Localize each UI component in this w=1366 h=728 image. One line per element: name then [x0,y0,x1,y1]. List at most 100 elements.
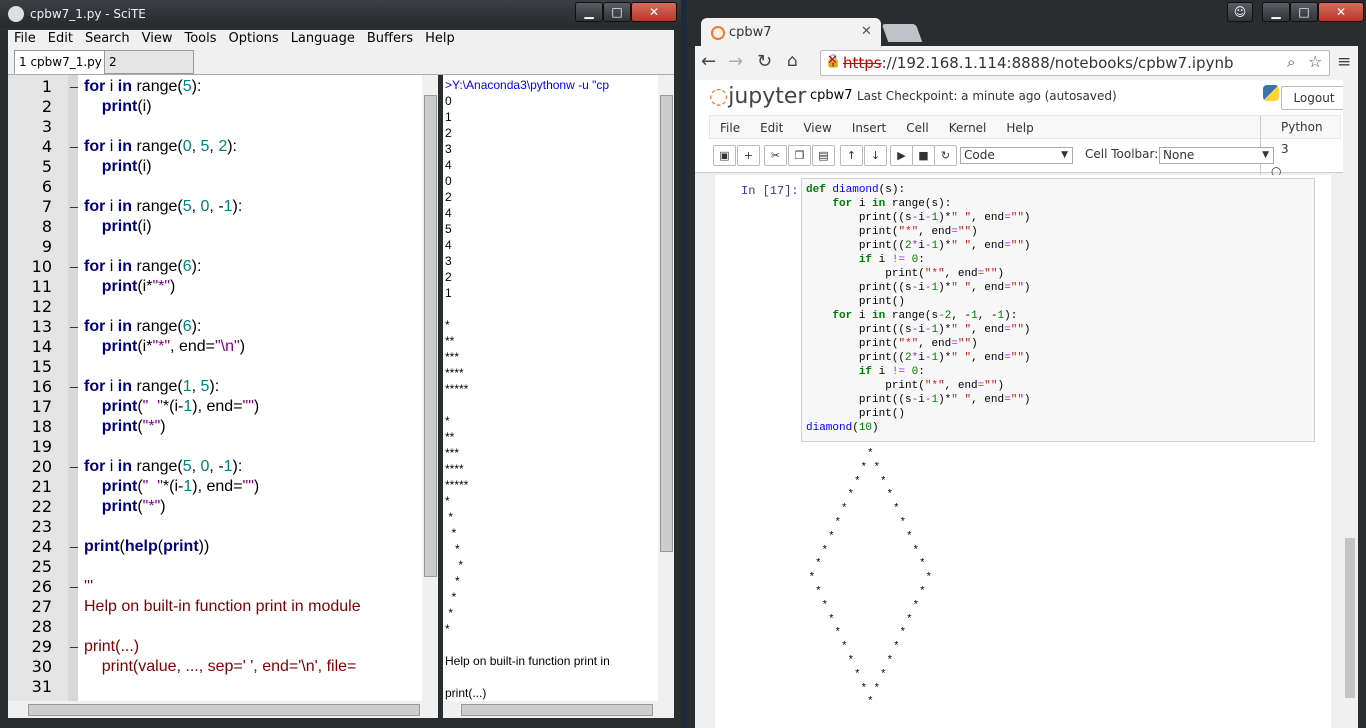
profile-button[interactable]: ☺ [1227,2,1253,22]
fold-marker[interactable] [70,467,78,468]
bookmark-star-icon[interactable]: ☆ [1308,52,1322,71]
logout-button[interactable]: Logout [1281,86,1347,110]
tab-close-icon[interactable]: ✕ [861,24,872,39]
menu-search[interactable]: Search [79,30,136,48]
code-line[interactable]: for i in range(1, 5): [84,377,219,397]
code-line[interactable]: for i in range(6): [84,257,201,277]
cell-input[interactable]: def diamond(s): for i in range(s): print… [801,178,1315,442]
url-text[interactable]: https://192.168.1.114:8888/notebooks/cpb… [843,54,1233,72]
fold-marker[interactable] [70,87,78,88]
address-bar[interactable]: 🔒 ✕ https://192.168.1.114:8888/notebooks… [820,50,1330,76]
cell-type-select[interactable]: Code ▼ [960,147,1073,164]
menu-edit[interactable]: Edit [42,30,79,48]
code-line[interactable]: print("*") [84,497,166,517]
cell-toolbar-select[interactable]: None ▼ [1159,147,1274,164]
cell-code-line[interactable]: print((s-i-1)*" ", end="") [806,323,1031,337]
code-line[interactable]: print(help(print)) [84,537,209,557]
run-icon[interactable]: ▶ [890,145,913,166]
cell-code-line[interactable]: print("*", end="") [806,337,978,351]
menu-help[interactable]: Help [419,30,461,48]
output-vertical-scrollbar[interactable] [658,75,674,701]
search-icon[interactable]: ⌕ [1287,53,1295,71]
cell-code-line[interactable]: diamond(10) [806,421,879,435]
cell-code-line[interactable]: print("*", end="") [806,267,1004,281]
output-horizontal-scrollbar[interactable] [443,701,674,718]
cell-code-line[interactable]: print("*", end="") [806,225,978,239]
menu-language[interactable]: Language [285,30,361,48]
insert-cell-icon[interactable]: + [737,145,760,166]
cell-code-line[interactable]: def diamond(s): [806,183,905,197]
new-tab-button[interactable] [881,24,923,42]
save-icon[interactable]: ▣ [713,145,736,166]
chrome-minimize-button[interactable]: ▁ [1262,2,1290,22]
code-line[interactable]: print("*") [84,417,166,437]
page-scrollbar[interactable] [1343,80,1358,728]
restart-icon[interactable]: ↻ [934,145,957,166]
code-line[interactable]: for i in range(0, 5, 2): [84,137,237,157]
menu-icon[interactable]: ≡ [1337,52,1351,72]
chrome-close-button[interactable]: ✕ [1318,2,1364,22]
code-cell[interactable]: In [17]: def diamond(s): for i in range(… [715,175,1331,728]
maximize-button[interactable]: □ [603,2,631,22]
output-pane[interactable]: >Y:\Anaconda3\pythonw -u "cp 0 1 2 3 4 0 2 4 5 4 3 2… [443,75,658,701]
cell-code-line[interactable]: print((2*i-1)*" ", end="") [806,351,1031,365]
cut-icon[interactable]: ✂ [764,145,787,166]
cell-code-line[interactable]: print((s-i-1)*" ", end="") [806,281,1031,295]
scite-titlebar[interactable]: cpbw7_1.py - SciTE ▁ □ ✕ [0,0,681,28]
jmenu-view[interactable]: View [793,117,841,139]
jmenu-kernel[interactable]: Kernel [939,117,997,139]
editor-scroll-thumb[interactable] [424,95,437,577]
code-line[interactable]: print(i) [84,97,152,117]
home-icon[interactable]: ⌂ [787,51,798,71]
code-line[interactable]: print(" "*(i-1), end="") [84,397,259,417]
fold-marker[interactable] [70,387,78,388]
output-scroll-thumb[interactable] [660,95,673,552]
code-line[interactable]: print(i) [84,217,152,237]
move-up-icon[interactable]: ↑ [840,145,863,166]
code-line[interactable]: print(i) [84,157,152,177]
code-line[interactable]: Help on built-in function print in modul… [84,597,361,617]
menu-options[interactable]: Options [223,30,285,48]
jmenu-edit[interactable]: Edit [750,117,793,139]
code-line[interactable]: print(" "*(i-1), end="") [84,477,259,497]
tab-cpbw7-1[interactable]: 1 cpbw7_1.py [14,50,110,74]
copy-icon[interactable]: ❐ [788,145,811,166]
code-line[interactable]: for i in range(5): [84,77,201,97]
cell-code-line[interactable]: print("*", end="") [806,379,1004,393]
browser-tab[interactable]: cpbw7 ✕ [701,18,881,46]
page-scroll-thumb[interactable] [1345,538,1355,698]
code-line[interactable]: for i in range(5, 0, -1): [84,197,242,217]
jmenu-insert[interactable]: Insert [842,117,896,139]
output-hscroll-thumb[interactable] [461,704,653,716]
notebook-name[interactable]: cpbw7 [810,88,853,103]
jmenu-file[interactable]: File [710,117,750,139]
fold-marker[interactable] [70,547,78,548]
cell-code-line[interactable]: for i in range(s): [806,197,951,211]
menu-buffers[interactable]: Buffers [361,30,419,48]
move-down-icon[interactable]: ↓ [864,145,887,166]
cell-code-line[interactable]: print() [806,407,905,421]
cell-code-line[interactable]: if i != 0: [806,365,925,379]
stop-icon[interactable]: ■ [912,145,935,166]
minimize-button[interactable]: ▁ [575,2,603,22]
code-line[interactable]: print(i*"*") [84,277,176,297]
menu-file[interactable]: File [8,30,42,48]
cell-code-line[interactable]: if i != 0: [806,253,925,267]
fold-marker[interactable] [70,147,78,148]
editor-horizontal-scrollbar[interactable] [8,701,438,718]
forward-icon[interactable]: → [728,51,743,72]
code-line[interactable]: print(i*"*", end="\n") [84,337,245,357]
cell-code-line[interactable]: print((s-i-1)*" ", end="") [806,211,1031,225]
fold-marker[interactable] [70,207,78,208]
code-line[interactable]: for i in range(5, 0, -1): [84,457,242,477]
code-editor[interactable]: 1 2 3 4 5 6 7 8 9 10 11 12 13 14 15 16 17 18 19 20 21 22 23 24 2… [8,75,438,701]
editor-hscroll-thumb[interactable] [28,704,420,716]
paste-icon[interactable]: ▤ [812,145,835,166]
close-button[interactable]: ✕ [631,2,677,22]
chrome-maximize-button[interactable]: □ [1290,2,1318,22]
fold-marker[interactable] [70,267,78,268]
cell-code-line[interactable]: print() [806,295,905,309]
code-line[interactable]: print(value, ..., sep=' ', end='\n', fil… [84,657,357,677]
jupyter-logo[interactable]: ◌jupyter [709,84,806,109]
editor-vertical-scrollbar[interactable] [422,75,438,701]
